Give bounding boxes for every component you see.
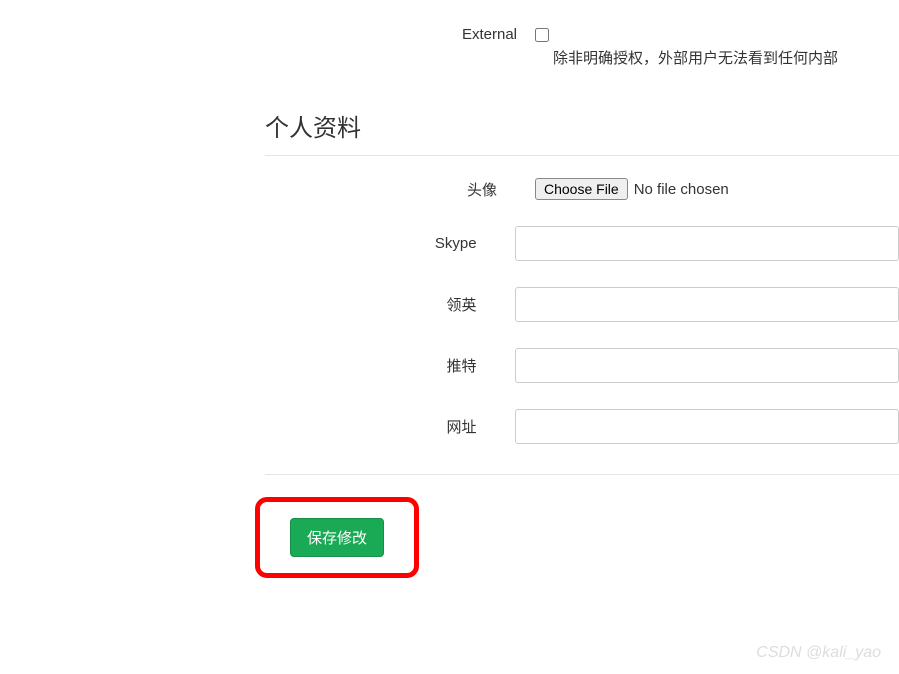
external-label: External [0,22,535,43]
website-input[interactable] [515,409,899,444]
skype-label: Skype [0,235,515,252]
watermark-text: CSDN @kali_yao [756,644,881,662]
skype-input[interactable] [515,226,899,261]
external-help-text: 除非明确授权，外部用户无法看到任何内部 [553,47,899,68]
linkedin-input[interactable] [515,287,899,322]
external-checkbox[interactable] [535,28,549,42]
twitter-label: 推特 [0,355,515,376]
website-label: 网址 [0,416,515,437]
highlight-annotation: 保存修改 [255,497,419,578]
choose-file-button[interactable]: Choose File [535,178,628,200]
linkedin-label: 领英 [0,294,515,315]
avatar-label: 头像 [0,179,535,200]
file-status-text: No file chosen [634,181,729,198]
save-button[interactable]: 保存修改 [290,518,384,557]
profile-section-title: 个人资料 [265,108,899,156]
twitter-input[interactable] [515,348,899,383]
